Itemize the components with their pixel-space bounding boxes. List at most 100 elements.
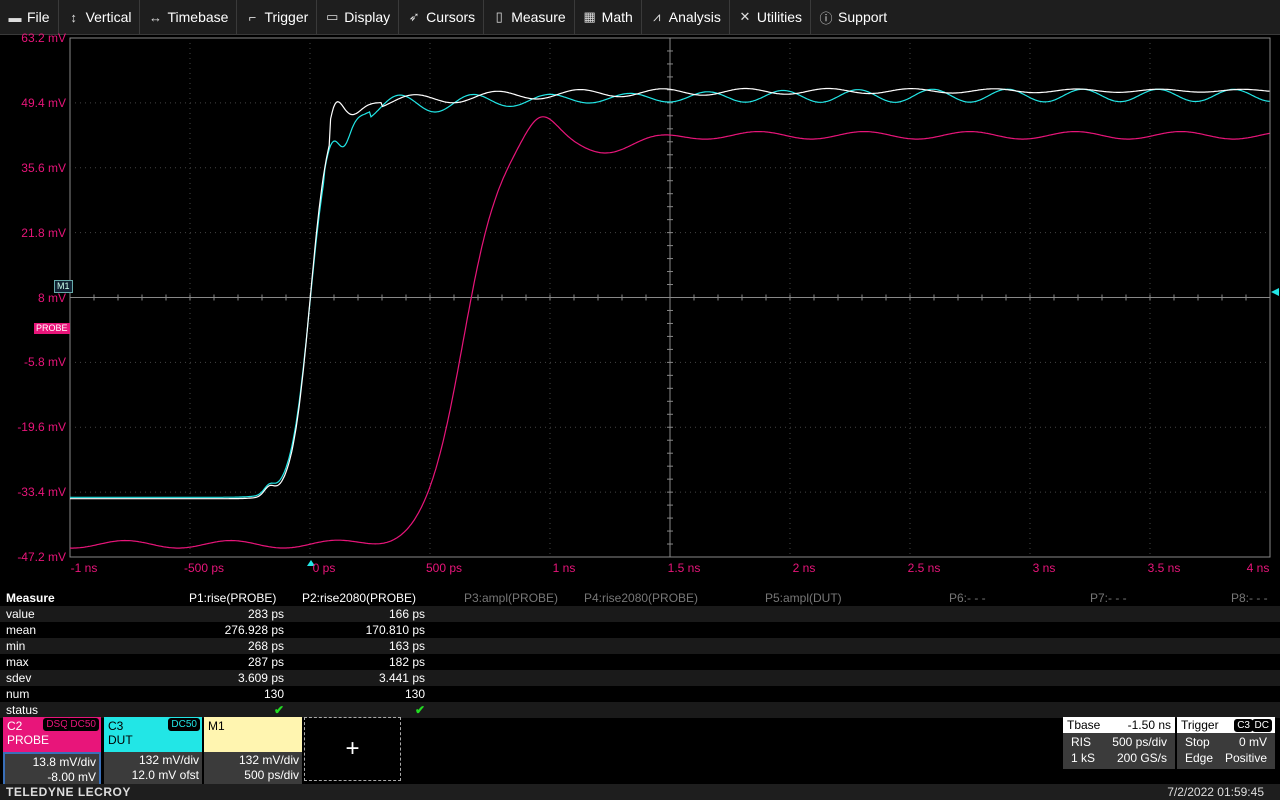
param-p3[interactable]: P3:ampl(PROBE)	[464, 590, 558, 606]
x-tick-label: 1 ns	[552, 561, 576, 575]
trigger-level-marker[interactable]	[1271, 288, 1279, 296]
menu-cursors[interactable]: ➶ Cursors	[399, 0, 485, 34]
y-tick-label: 21.8 mV	[21, 225, 66, 240]
horizontal-arrows-icon: ↔	[148, 9, 162, 25]
trigger-descriptor[interactable]: Trigger C3 DC Stop 0 mV Edge Positive	[1177, 717, 1275, 769]
cursor-icon: ➶	[408, 9, 420, 24]
menu-display[interactable]: ▭ Display	[317, 0, 400, 34]
measure-row-label: sdev	[6, 671, 32, 685]
channel-c3-descriptor[interactable]: C3 DUT DC50 132 mV/div 12.0 mV ofst	[104, 717, 202, 786]
menu-label: Timebase	[167, 9, 229, 25]
c3-dc50-badge: DC50	[168, 718, 200, 731]
p1-value: 130	[263, 687, 284, 701]
p1-value: 283 ps	[247, 607, 284, 621]
measure-row-value: value 283 ps 166 ps	[0, 606, 1280, 622]
m1-trace-tag[interactable]: M1	[54, 280, 73, 293]
p2-value: 166 ps	[388, 607, 425, 621]
c2-label: PROBE	[7, 733, 50, 747]
timebase-div: 500 ps/div	[1112, 735, 1167, 749]
timebase-title: Tbase	[1067, 718, 1101, 732]
m1-name: M1	[208, 719, 225, 733]
menu-bar: ▬ File ↕ Vertical ↔ Timebase ⌐ Trigger ▭ Display ➶…	[0, 0, 1280, 35]
measure-row-mean: mean 276.928 ps 170.810 ps	[0, 622, 1280, 638]
menu-measure[interactable]: ▯ Measure	[484, 0, 575, 34]
display-icon: ▭	[326, 9, 339, 24]
menu-label: Vertical	[85, 9, 132, 25]
x-tick-label: 0 ps	[312, 561, 336, 575]
p1-status-check-icon: ✔	[273, 703, 284, 717]
channel-c2-descriptor[interactable]: C2 PROBE DSQ DC50 13.8 mV/div -8.00 mV	[3, 717, 101, 790]
measure-icon: ▯	[495, 9, 503, 24]
vertical-arrows-icon: ↕	[70, 9, 77, 25]
measure-row-label: status	[6, 703, 39, 717]
p2-status-check-icon: ✔	[414, 703, 425, 717]
y-tick-label: -19.6 mV	[17, 420, 66, 435]
tools-icon: ✕	[739, 9, 751, 24]
probe-trace-tag[interactable]: PROBE	[34, 323, 70, 334]
menu-trigger[interactable]: ⌐ Trigger	[237, 0, 318, 34]
c3-offset: 12.0 mV ofst	[131, 768, 199, 782]
info-icon: ⓘ	[819, 10, 833, 26]
p1-value: 276.928 ps	[224, 623, 284, 637]
x-tick-label: 1.5 ns	[667, 561, 701, 575]
m1-offset: 500 ps/div	[244, 768, 299, 782]
param-p7[interactable]: P7:- - -	[1090, 590, 1127, 606]
menu-label: Analysis	[668, 9, 721, 25]
timebase-delay: -1.50 ns	[1127, 718, 1171, 732]
c2-scale: 13.8 mV/div	[32, 755, 96, 769]
add-trace-button[interactable]: +	[304, 717, 401, 781]
analysis-chart-icon: ⩘	[653, 9, 661, 24]
measure-title: Measure	[6, 591, 55, 605]
timebase-descriptor[interactable]: Tbase -1.50 ns RIS 500 ps/div 1 kS 200 G…	[1063, 717, 1175, 769]
math-m1-descriptor[interactable]: M1 132 mV/div 500 ps/div	[204, 717, 302, 786]
menu-file[interactable]: ▬ File	[0, 0, 59, 34]
p2-value: 182 ps	[388, 655, 425, 669]
x-tick-label: 3.5 ns	[1147, 561, 1181, 575]
calculator-icon: ▦	[583, 9, 596, 24]
param-p2[interactable]: P2:rise2080(PROBE)	[302, 590, 416, 606]
menu-label: Utilities	[756, 9, 803, 25]
timebase-mode: RIS	[1071, 735, 1092, 749]
timebase-rate: 200 GS/s	[1116, 751, 1167, 765]
plus-icon: +	[345, 735, 360, 762]
clock: 7/2/2022 01:59:45	[1167, 785, 1264, 799]
c2-offset: -8.00 mV	[47, 770, 96, 784]
x-tick-label: 2.5 ns	[907, 561, 941, 575]
menu-math[interactable]: ▦ Math	[575, 0, 642, 34]
y-tick-label: 35.6 mV	[21, 160, 66, 175]
param-p6[interactable]: P6:- - -	[949, 590, 986, 606]
trigger-type: Edge	[1185, 751, 1214, 765]
p1-value: 3.609 ps	[237, 671, 284, 685]
param-p5[interactable]: P5:ampl(DUT)	[765, 590, 842, 606]
param-p8[interactable]: P8:- - -	[1231, 590, 1268, 606]
measure-table: Measure P1:rise(PROBE) P2:rise2080(PROBE…	[0, 590, 1280, 718]
waveform-grid[interactable]	[0, 36, 1280, 594]
p1-value: 287 ps	[247, 655, 284, 669]
menu-vertical[interactable]: ↕ Vertical	[59, 0, 141, 34]
menu-label: Display	[344, 9, 391, 25]
measure-row-min: min 268 ps 163 ps	[0, 638, 1280, 654]
menu-label: Measure	[511, 9, 566, 25]
file-icon: ▬	[8, 9, 22, 25]
menu-label: Trigger	[264, 9, 309, 25]
trigger-level: 0 mV	[1238, 735, 1267, 749]
menu-utilities[interactable]: ✕ Utilities	[730, 0, 812, 34]
brand-logo: TELEDYNE LECROY	[6, 785, 131, 799]
menu-analysis[interactable]: ⩘ Analysis	[642, 0, 730, 34]
x-tick-label: 500 ps	[425, 561, 463, 575]
status-bar: TELEDYNE LECROY 7/2/2022 01:59:45	[0, 784, 1280, 800]
trigger-icon: ⌐	[248, 9, 257, 25]
x-tick-label: 2 ns	[792, 561, 816, 575]
trigger-coupling-badge: DC	[1251, 719, 1272, 732]
measure-row-status: status ✔ ✔	[0, 702, 1280, 718]
menu-timebase[interactable]: ↔ Timebase	[140, 0, 238, 34]
measure-row-sdev: sdev 3.609 ps 3.441 ps	[0, 670, 1280, 686]
menu-label: Cursors	[426, 9, 476, 25]
c2-dc50-badge: DC50	[67, 718, 99, 731]
measure-row-label: num	[6, 687, 30, 701]
menu-support[interactable]: ⓘ Support	[811, 0, 895, 34]
param-p4[interactable]: P4:rise2080(PROBE)	[584, 590, 698, 606]
y-tick-label: 63.2 mV	[21, 31, 66, 45]
measure-row-label: value	[6, 607, 35, 621]
param-p1[interactable]: P1:rise(PROBE)	[189, 590, 276, 606]
